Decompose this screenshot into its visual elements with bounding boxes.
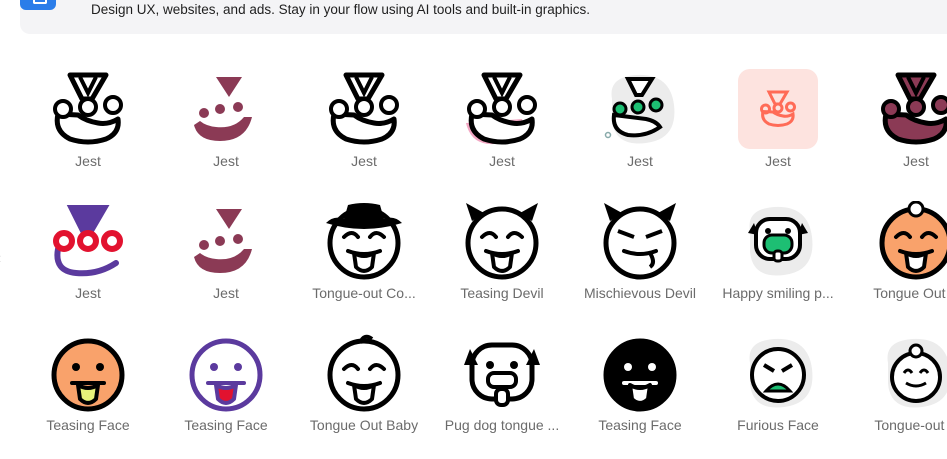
tongue-out-cowboy-icon — [324, 201, 404, 281]
icon-result-label: Jest — [765, 153, 791, 169]
jest-purple-red-icon — [48, 201, 128, 281]
teasing-face-black-icon — [600, 333, 680, 413]
teasing-face-purple-icon — [186, 333, 266, 413]
icon-result-label: Teasing Face — [598, 417, 682, 433]
icon-result-label: Furious Face — [737, 417, 819, 433]
icon-result-card[interactable]: Teasing Face — [571, 329, 709, 459]
app-logo-icon — [20, 0, 56, 10]
icon-result-card[interactable]: Pug dog tongue ... — [433, 329, 571, 459]
jest-pink-icon — [462, 69, 542, 149]
happy-smiling-pug-icon — [738, 201, 818, 281]
icon-result-label: Jest — [627, 153, 653, 169]
icon-result-card[interactable]: Jest — [295, 65, 433, 195]
tongue-out-baby-orange-icon — [876, 201, 947, 281]
icon-result-card[interactable]: Tongue-out B — [847, 329, 947, 459]
jest-flat-maroon-icon — [186, 201, 266, 281]
jest-green-blob-icon — [600, 69, 680, 149]
icon-result-card[interactable]: Tongue-out Co... — [295, 197, 433, 327]
icon-result-label: Mischievous Devil — [583, 285, 697, 301]
icon-result-label: Jest — [75, 153, 101, 169]
icon-result-label: Teasing Face — [46, 417, 130, 433]
icon-result-card[interactable]: Teasing Face — [157, 329, 295, 459]
icon-result-label: Tongue-out Co... — [312, 285, 416, 301]
icon-result-card[interactable]: Jest — [19, 65, 157, 195]
icon-result-card[interactable]: Jest — [157, 197, 295, 327]
icon-result-card[interactable]: Tongue Out B — [847, 197, 947, 327]
tongue-out-baby-blob-icon — [876, 333, 947, 413]
icon-result-card[interactable]: Jest — [19, 197, 157, 327]
icon-result-label: Teasing Face — [184, 417, 268, 433]
furious-face-icon — [738, 333, 818, 413]
icon-result-label: Tongue-out B — [874, 417, 947, 433]
icon-result-card[interactable]: Jest — [709, 65, 847, 195]
promo-banner-text: Design UX, websites, and ads. Stay in yo… — [91, 2, 591, 17]
pug-dog-tongue-icon — [462, 333, 542, 413]
jest-rounded-square-icon — [738, 69, 818, 149]
icon-result-label: Happy smiling p... — [722, 285, 834, 301]
icon-result-card[interactable]: Jest — [157, 65, 295, 195]
teasing-devil-icon — [462, 201, 542, 281]
scroll-edge-icon: ‹ — [0, 250, 4, 270]
icon-result-card[interactable]: Jest — [847, 65, 947, 195]
icon-result-label: Jest — [213, 285, 239, 301]
icon-result-label: Tongue Out Baby — [309, 417, 419, 433]
icon-result-card[interactable]: Mischievous Devil — [571, 197, 709, 327]
icon-result-card[interactable]: Teasing Face — [19, 329, 157, 459]
icon-result-label: Jest — [213, 153, 239, 169]
mischievous-devil-icon — [600, 201, 680, 281]
icon-result-label: Teasing Devil — [460, 285, 544, 301]
icon-result-card[interactable]: Happy smiling p... — [709, 197, 847, 327]
jest-filled-maroon-icon — [876, 69, 947, 149]
jest-flat-maroon-icon — [186, 69, 266, 149]
jest-outline-icon — [48, 69, 128, 149]
icon-result-label: Jest — [75, 285, 101, 301]
icon-result-label: Jest — [903, 153, 929, 169]
icon-result-label: Jest — [351, 153, 377, 169]
icon-result-card[interactable]: Tongue Out Baby — [295, 329, 433, 459]
icon-result-card[interactable]: Jest — [571, 65, 709, 195]
icon-result-card[interactable]: Teasing Devil — [433, 197, 571, 327]
icon-result-card[interactable]: Furious Face — [709, 329, 847, 459]
teasing-face-orange-icon — [48, 333, 128, 413]
jest-outline-icon — [324, 69, 404, 149]
icon-result-label: Jest — [489, 153, 515, 169]
icon-result-card[interactable]: Jest — [433, 65, 571, 195]
icon-result-label: Tongue Out B — [873, 285, 947, 301]
tongue-out-baby-icon — [324, 333, 404, 413]
icon-result-label: Pug dog tongue ... — [444, 417, 560, 433]
